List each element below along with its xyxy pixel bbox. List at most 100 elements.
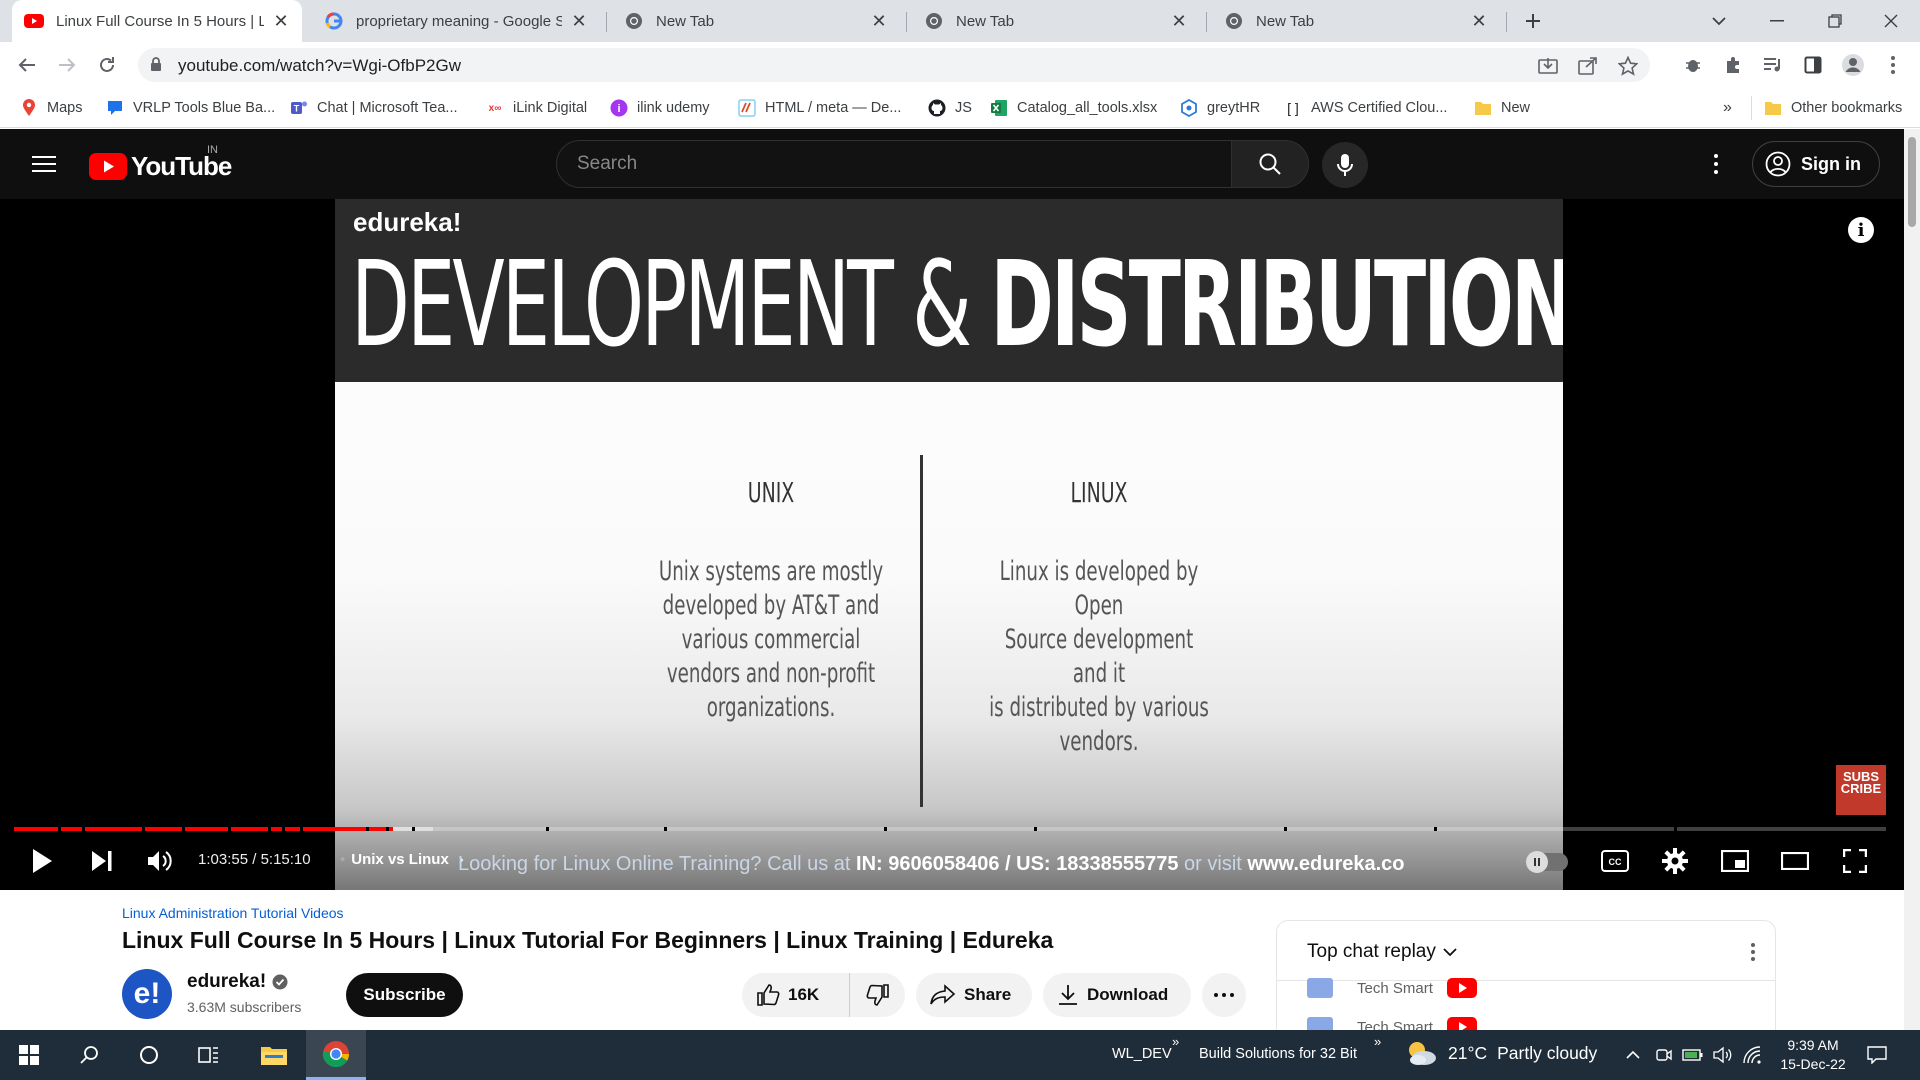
- bookmark-ilink-udemy[interactable]: i ilink udemy: [610, 96, 710, 120]
- notifications-icon[interactable]: [1866, 1044, 1888, 1066]
- cortana-button[interactable]: [120, 1030, 178, 1080]
- new-tab-button[interactable]: [1520, 8, 1546, 34]
- autoplay-toggle[interactable]: [1526, 851, 1568, 873]
- chapter-title-button[interactable]: • Unix vs Linux ›: [340, 851, 464, 868]
- wifi-icon[interactable]: [1742, 1044, 1764, 1066]
- super-title-link[interactable]: Linux Administration Tutorial Videos: [122, 905, 344, 921]
- channel-avatar[interactable]: e!: [122, 969, 172, 1019]
- back-button[interactable]: [12, 50, 42, 80]
- lock-icon[interactable]: [150, 57, 162, 72]
- close-icon[interactable]: ✕: [570, 11, 588, 31]
- bookmark-aws[interactable]: [ ] AWS Certified Clou...: [1284, 96, 1447, 120]
- scrollbar-thumb[interactable]: [1908, 137, 1916, 227]
- sign-in-button[interactable]: Sign in: [1752, 141, 1880, 187]
- close-window-button[interactable]: [1862, 0, 1920, 42]
- theater-mode-icon[interactable]: [1777, 843, 1813, 879]
- profile-avatar-icon[interactable]: [1838, 50, 1868, 80]
- bookmark-teams[interactable]: T Chat | Microsoft Tea...: [290, 96, 458, 120]
- voice-search-button[interactable]: [1322, 142, 1368, 188]
- tab-new-2[interactable]: New Tab ✕: [912, 0, 1200, 42]
- chrome-taskbar-button[interactable]: [306, 1030, 366, 1080]
- address-bar[interactable]: youtube.com/watch?v=Wgi-OfbP2Gw: [138, 48, 1650, 82]
- wl-dev-toolbar[interactable]: WL_DEV: [1112, 1046, 1172, 1062]
- search-button[interactable]: [1231, 140, 1309, 188]
- chat-more-icon[interactable]: [1741, 937, 1765, 967]
- like-button[interactable]: 16K: [742, 973, 850, 1017]
- tab-google[interactable]: proprietary meaning - Google Se ✕: [312, 0, 600, 42]
- settings-icon[interactable]: [1657, 843, 1693, 879]
- tab-new-1[interactable]: New Tab ✕: [612, 0, 900, 42]
- subscribe-button[interactable]: Subscribe: [346, 973, 463, 1017]
- close-icon[interactable]: ✕: [1170, 11, 1188, 31]
- show-hidden-icons-chevron-icon[interactable]: [1622, 1044, 1644, 1066]
- video-frame[interactable]: edureka! DEVELOPMENT & DISTRIBUTION UNIX…: [335, 199, 1563, 890]
- dislike-button[interactable]: [850, 973, 905, 1017]
- bookmark-catalog-xlsx[interactable]: Catalog_all_tools.xlsx: [990, 96, 1157, 120]
- close-icon[interactable]: ✕: [272, 11, 290, 31]
- captions-icon[interactable]: CC: [1597, 843, 1633, 879]
- bookmark-maps[interactable]: Maps: [20, 96, 82, 120]
- task-view-button[interactable]: [180, 1030, 238, 1080]
- fullscreen-icon[interactable]: [1837, 843, 1873, 879]
- youtube-icon: [24, 11, 44, 31]
- bookmark-js[interactable]: JS: [928, 96, 972, 120]
- video-player[interactable]: edureka! DEVELOPMENT & DISTRIBUTION UNIX…: [0, 199, 1904, 890]
- file-explorer-button[interactable]: [244, 1030, 304, 1080]
- battery-icon[interactable]: [1682, 1044, 1704, 1066]
- guide-menu-icon[interactable]: [30, 151, 58, 177]
- search-taskbar-button[interactable]: [60, 1030, 118, 1080]
- restore-button[interactable]: [1806, 0, 1864, 42]
- bookmark-greythr[interactable]: greytHR: [1180, 96, 1260, 120]
- info-icon[interactable]: i: [1848, 217, 1874, 243]
- minimize-button[interactable]: [1748, 0, 1806, 42]
- youtube-logo[interactable]: YouTube IN: [89, 144, 232, 182]
- tab-new-3[interactable]: New Tab ✕: [1212, 0, 1500, 42]
- next-icon[interactable]: [84, 843, 120, 879]
- channel-name-link[interactable]: edureka!: [187, 971, 288, 993]
- bookmarks-overflow-button[interactable]: »: [1723, 96, 1732, 120]
- start-button[interactable]: [0, 1030, 58, 1080]
- side-panel-icon[interactable]: [1798, 50, 1828, 80]
- bookmark-star-icon[interactable]: [1616, 54, 1640, 78]
- meet-now-icon[interactable]: [1653, 1044, 1675, 1066]
- share-icon[interactable]: [1576, 54, 1600, 78]
- search-input[interactable]: [577, 141, 1197, 187]
- url-text[interactable]: youtube.com/watch?v=Wgi-OfbP2Gw: [178, 56, 461, 76]
- other-bookmarks-folder[interactable]: Other bookmarks: [1751, 96, 1902, 120]
- extensions-puzzle-icon[interactable]: [1718, 50, 1748, 80]
- subscribe-watermark[interactable]: SUBS CRIBE: [1836, 765, 1886, 815]
- bookmark-ilink-digital[interactable]: x∞ iLink Digital: [486, 96, 588, 120]
- tab-search-button[interactable]: [1690, 0, 1748, 42]
- tab-youtube[interactable]: Linux Full Course In 5 Hours | Lin ✕: [12, 0, 302, 42]
- weather-widget[interactable]: 21°C Partly cloudy: [1404, 1038, 1597, 1068]
- settings-more-icon[interactable]: [1704, 149, 1728, 179]
- speaker-icon[interactable]: [1712, 1044, 1734, 1066]
- toolbar-overflow-icon[interactable]: »: [1374, 1034, 1381, 1049]
- bookmark-mdn[interactable]: HTML / meta — De...: [738, 96, 901, 120]
- reload-button[interactable]: [92, 50, 122, 80]
- unix-line: vendors and non-profit: [666, 658, 876, 689]
- page-scrollbar[interactable]: [1904, 129, 1920, 1030]
- close-icon[interactable]: ✕: [870, 11, 888, 31]
- chat-mode-dropdown[interactable]: Top chat replay: [1307, 941, 1458, 963]
- share-button[interactable]: Share: [916, 973, 1032, 1017]
- bug-extension-icon[interactable]: [1678, 50, 1708, 80]
- forward-button[interactable]: [52, 50, 82, 80]
- system-clock[interactable]: 9:39 AM 15-Dec-22: [1768, 1036, 1858, 1074]
- volume-icon[interactable]: [142, 843, 178, 879]
- miniplayer-icon[interactable]: [1717, 843, 1753, 879]
- install-app-icon[interactable]: [1536, 54, 1560, 78]
- unix-line: various commercial: [681, 624, 861, 655]
- more-actions-button[interactable]: [1202, 973, 1246, 1017]
- build-solutions-toolbar[interactable]: Build Solutions for 32 Bit: [1199, 1046, 1357, 1062]
- bookmark-folder-new[interactable]: New: [1474, 96, 1530, 120]
- chrome-menu-icon[interactable]: [1878, 50, 1908, 80]
- chat-message[interactable]: Tech Smart: [1307, 973, 1477, 1003]
- bookmark-vrlp-tools[interactable]: VRLP Tools Blue Ba...: [106, 96, 275, 120]
- toolbar-overflow-icon[interactable]: »: [1172, 1034, 1179, 1049]
- close-icon[interactable]: ✕: [1470, 11, 1488, 31]
- play-icon[interactable]: [24, 843, 60, 879]
- download-button[interactable]: Download: [1043, 973, 1191, 1017]
- google-icon: [324, 11, 344, 31]
- media-control-icon[interactable]: [1758, 50, 1788, 80]
